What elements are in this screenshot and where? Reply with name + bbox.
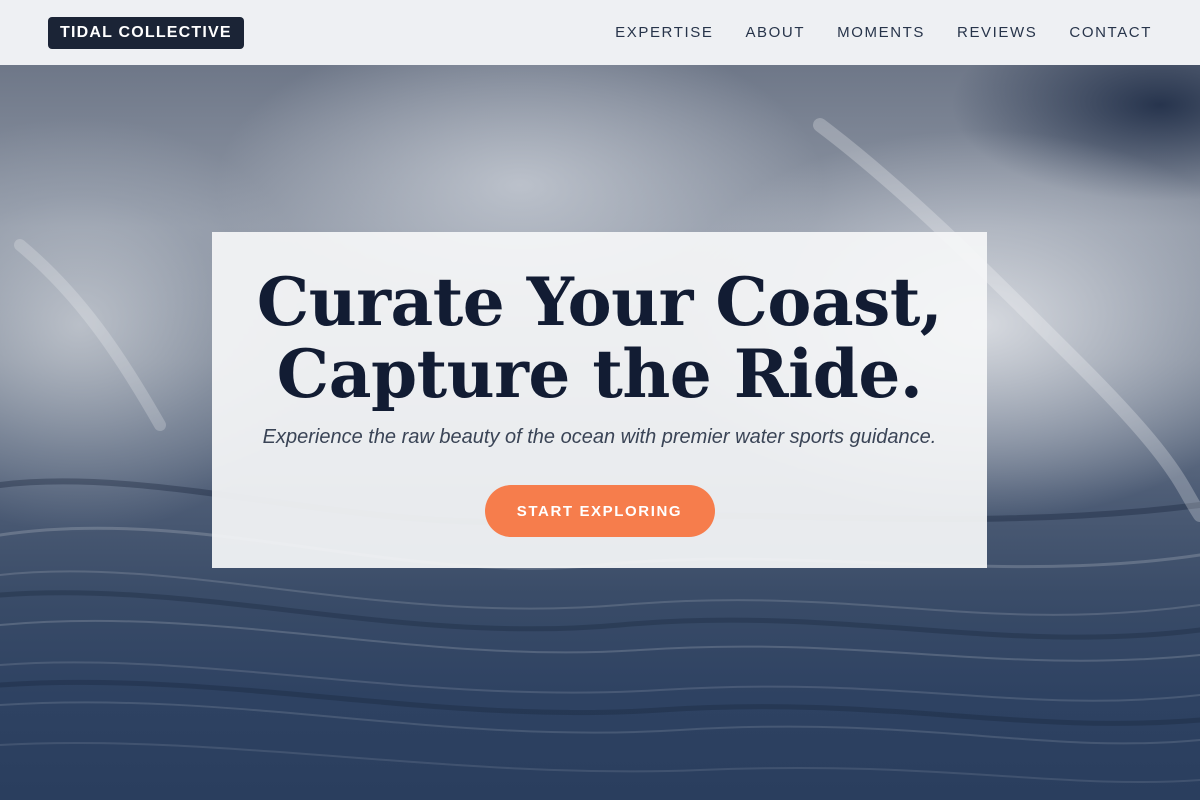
site-logo[interactable]: TIDAL COLLECTIVE xyxy=(48,16,244,49)
hero-title-line2: Capture the Ride. xyxy=(276,335,923,413)
nav-item-expertise[interactable]: EXPERTISE xyxy=(615,24,713,41)
start-exploring-button[interactable]: START EXPLORING xyxy=(484,485,715,537)
nav-item-moments[interactable]: MOMENTS xyxy=(837,24,925,41)
nav-item-contact[interactable]: CONTACT xyxy=(1069,24,1152,41)
main-nav: EXPERTISE ABOUT MOMENTS REVIEWS CONTACT xyxy=(615,24,1152,42)
nav-list: EXPERTISE ABOUT MOMENTS REVIEWS CONTACT xyxy=(615,24,1152,42)
hero-title: Curate Your Coast, Capture the Ride. xyxy=(257,266,943,410)
hero-title-line1: Curate Your Coast, xyxy=(256,263,943,341)
nav-item-about[interactable]: ABOUT xyxy=(745,24,805,41)
site-header: TIDAL COLLECTIVE EXPERTISE ABOUT MOMENTS… xyxy=(0,0,1200,65)
hero-section: Curate Your Coast, Capture the Ride. Exp… xyxy=(0,65,1200,800)
hero-card: Curate Your Coast, Capture the Ride. Exp… xyxy=(212,232,987,568)
nav-item-reviews[interactable]: REVIEWS xyxy=(957,24,1037,41)
hero-subtitle: Experience the raw beauty of the ocean w… xyxy=(262,426,937,448)
